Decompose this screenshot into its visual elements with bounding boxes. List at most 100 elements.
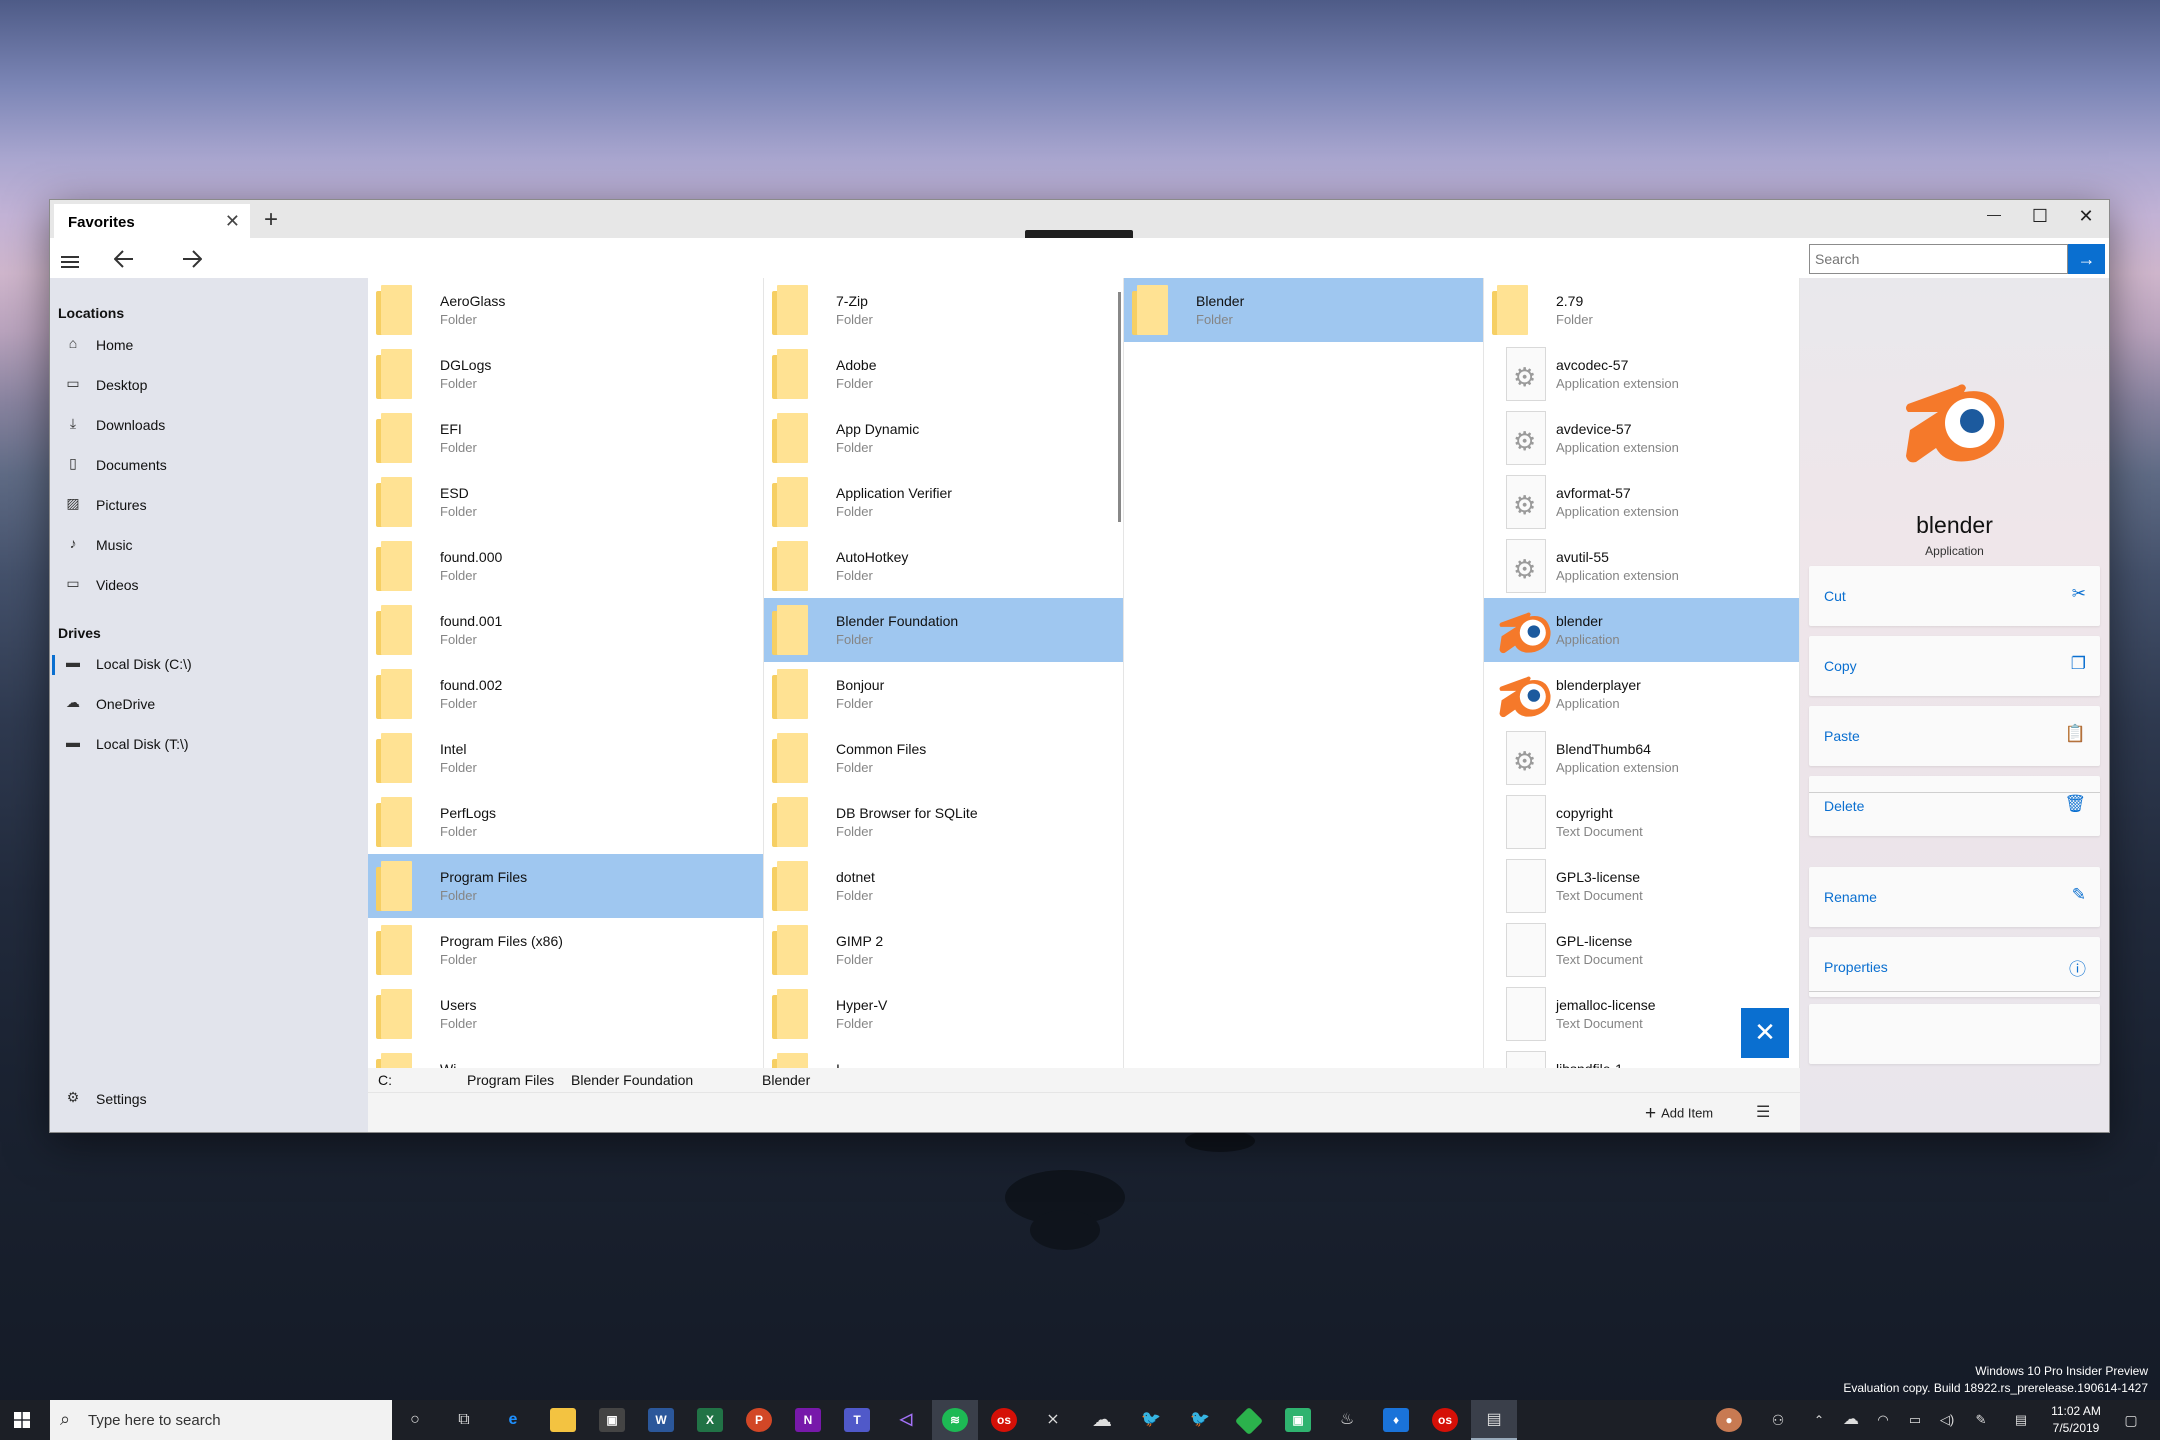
list-item[interactable]: found.002 Folder bbox=[368, 662, 763, 726]
hamburger-icon[interactable] bbox=[54, 248, 86, 276]
action-properties[interactable]: Properties ⓘ bbox=[1809, 937, 2100, 997]
pen-icon[interactable]: ✎ bbox=[1968, 1408, 1994, 1432]
new-tab-button[interactable]: + bbox=[264, 206, 278, 234]
list-item[interactable]: DB Browser for SQLite Folder bbox=[764, 790, 1123, 854]
list-item[interactable]: App Dynamic Folder bbox=[764, 406, 1123, 470]
sidebar-item-drive[interactable]: ▬ Local Disk (T:\) bbox=[58, 729, 358, 759]
list-item[interactable]: AeroGlass Folder bbox=[368, 278, 763, 342]
list-item[interactable]: found.000 Folder bbox=[368, 534, 763, 598]
scrollbar[interactable] bbox=[1118, 292, 1121, 522]
search-input[interactable] bbox=[1809, 244, 2068, 274]
twitter-icon[interactable]: 🐦 bbox=[1138, 1408, 1164, 1432]
action-copy[interactable]: Copy ❐ bbox=[1809, 636, 2100, 696]
list-item[interactable]: Program Files Folder bbox=[368, 854, 763, 918]
user-avatar[interactable]: ● bbox=[1716, 1408, 1742, 1432]
action-paste[interactable]: Paste 📋 bbox=[1809, 706, 2100, 766]
sidebar-item-music[interactable]: ♪ Music bbox=[58, 530, 358, 560]
excel-icon[interactable]: X bbox=[697, 1408, 723, 1432]
task-view-icon[interactable]: ⧉ bbox=[451, 1408, 477, 1432]
add-item-button[interactable]: + Add Item bbox=[1645, 1103, 1713, 1125]
breadcrumb-item[interactable]: C: bbox=[378, 1072, 392, 1088]
list-item[interactable]: GIMP 2 Folder bbox=[764, 918, 1123, 982]
tweetium-icon[interactable]: ♦ bbox=[1383, 1408, 1409, 1432]
onedrive-tray-icon[interactable]: ☁ bbox=[1838, 1408, 1864, 1432]
keyboard-icon[interactable]: ▤ bbox=[2008, 1408, 2034, 1432]
sidebar-item-documents[interactable]: ▯ Documents bbox=[58, 450, 358, 480]
sidebar-item-pictures[interactable]: ▨ Pictures bbox=[58, 490, 358, 520]
teams-icon[interactable]: T bbox=[844, 1408, 870, 1432]
list-item[interactable]: Blender Folder bbox=[1124, 278, 1483, 342]
steam-icon[interactable]: ♨ bbox=[1334, 1408, 1360, 1432]
sidebar-item-drive[interactable]: ▬ Local Disk (C:\) bbox=[52, 649, 358, 679]
action-more[interactable] bbox=[1809, 1004, 2100, 1064]
plus-app-icon[interactable] bbox=[1234, 1406, 1264, 1436]
tray-chevron-icon[interactable]: ⌃ bbox=[1806, 1408, 1832, 1432]
volume-icon[interactable]: ◁) bbox=[1934, 1408, 1960, 1432]
maximize-button[interactable]: ☐ bbox=[2020, 206, 2060, 232]
breadcrumb-item[interactable]: Program Files bbox=[467, 1072, 554, 1088]
sidebar-item-drive[interactable]: ☁ OneDrive bbox=[58, 689, 358, 719]
windows-start-icon[interactable] bbox=[14, 1412, 30, 1433]
sidebar-item-settings[interactable]: ⚙ Settings bbox=[58, 1084, 358, 1114]
view-options-icon[interactable]: ☰ bbox=[1756, 1102, 1770, 1122]
onenote-icon[interactable]: N bbox=[795, 1408, 821, 1432]
list-item[interactable]: GPL3-license Text Document bbox=[1484, 854, 1799, 918]
breadcrumb-item[interactable]: Blender bbox=[762, 1072, 810, 1088]
list-item[interactable]: ⚙ avformat-57 Application extension bbox=[1484, 470, 1799, 534]
list-item[interactable]: ⚙ avutil-55 Application extension bbox=[1484, 534, 1799, 598]
list-item[interactable]: Adobe Folder bbox=[764, 342, 1123, 406]
battery-icon[interactable]: ▭ bbox=[1902, 1408, 1928, 1432]
spotify-icon[interactable]: ≋ bbox=[942, 1408, 968, 1432]
taskbar-search[interactable]: ⌕ Type here to search bbox=[50, 1400, 392, 1440]
sidebar-item-downloads[interactable]: ⤓ Downloads bbox=[58, 410, 358, 440]
list-item[interactable]: 2.79 Folder bbox=[1484, 278, 1799, 342]
list-item[interactable]: AutoHotkey Folder bbox=[764, 534, 1123, 598]
list-item[interactable]: Program Files (x86) Folder bbox=[368, 918, 763, 982]
file-explorer-icon[interactable] bbox=[550, 1408, 576, 1432]
action-cut[interactable]: Cut ✂ bbox=[1809, 566, 2100, 626]
close-detail-button[interactable]: ✕ bbox=[1741, 1008, 1789, 1058]
edge-icon[interactable]: e bbox=[500, 1408, 526, 1432]
list-item[interactable]: found.001 Folder bbox=[368, 598, 763, 662]
arrow-right-icon[interactable] bbox=[176, 247, 208, 275]
list-item[interactable]: Wi... bbox=[368, 1046, 763, 1068]
sidebar-item-home[interactable]: ⌂ Home bbox=[58, 330, 358, 360]
breadcrumb-item[interactable]: Blender Foundation bbox=[571, 1072, 693, 1088]
list-item[interactable]: Common Files Folder bbox=[764, 726, 1123, 790]
list-item[interactable]: copyright Text Document bbox=[1484, 790, 1799, 854]
list-item[interactable]: DGLogs Folder bbox=[368, 342, 763, 406]
list-item[interactable]: Blender Foundation Folder bbox=[764, 598, 1123, 662]
store-icon[interactable]: ▣ bbox=[599, 1408, 625, 1432]
search-go-button[interactable]: → bbox=[2068, 244, 2105, 274]
list-item[interactable]: Application Verifier Folder bbox=[764, 470, 1123, 534]
list-item[interactable]: Hyper-V Folder bbox=[764, 982, 1123, 1046]
snip-icon[interactable]: ⨯ bbox=[1040, 1408, 1066, 1432]
onedrive-icon[interactable]: ☁ bbox=[1089, 1408, 1115, 1432]
wifi-icon[interactable]: ◠ bbox=[1870, 1408, 1896, 1432]
list-item[interactable]: dotnet Folder bbox=[764, 854, 1123, 918]
twitter-alt-icon[interactable]: 🐦 bbox=[1187, 1408, 1213, 1432]
close-button[interactable]: ✕ bbox=[2066, 206, 2106, 232]
lastfm-icon[interactable]: os bbox=[991, 1408, 1017, 1432]
list-item[interactable]: blenderplayer Application bbox=[1484, 662, 1799, 726]
list-item[interactable]: GPL-license Text Document bbox=[1484, 918, 1799, 982]
list-item[interactable]: I... bbox=[764, 1046, 1123, 1068]
action-rename[interactable]: Rename ✎ bbox=[1809, 867, 2100, 927]
minimize-button[interactable]: — bbox=[1974, 206, 2014, 232]
cortana-icon[interactable]: ○ bbox=[402, 1408, 428, 1432]
list-item[interactable]: Intel Folder bbox=[368, 726, 763, 790]
tab-close-icon[interactable]: ✕ bbox=[225, 211, 240, 232]
powerpoint-icon[interactable]: P bbox=[746, 1408, 772, 1432]
sidebar-item-desktop[interactable]: ▭ Desktop bbox=[58, 370, 358, 400]
app-store-icon[interactable]: ▣ bbox=[1285, 1408, 1311, 1432]
lastfm-scrobbler-icon[interactable]: os bbox=[1432, 1408, 1458, 1432]
files-app-icon[interactable]: ▤ bbox=[1481, 1408, 1507, 1432]
list-item[interactable]: EFI Folder bbox=[368, 406, 763, 470]
word-icon[interactable]: W bbox=[648, 1408, 674, 1432]
list-item[interactable]: ESD Folder bbox=[368, 470, 763, 534]
list-item[interactable]: blender Application bbox=[1484, 598, 1799, 662]
action-delete[interactable]: Delete 🗑 bbox=[1809, 776, 2100, 836]
list-item[interactable]: ⚙ BlendThumb64 Application extension bbox=[1484, 726, 1799, 790]
notification-center-icon[interactable]: ▢ bbox=[2118, 1408, 2144, 1432]
list-item[interactable]: Bonjour Folder bbox=[764, 662, 1123, 726]
